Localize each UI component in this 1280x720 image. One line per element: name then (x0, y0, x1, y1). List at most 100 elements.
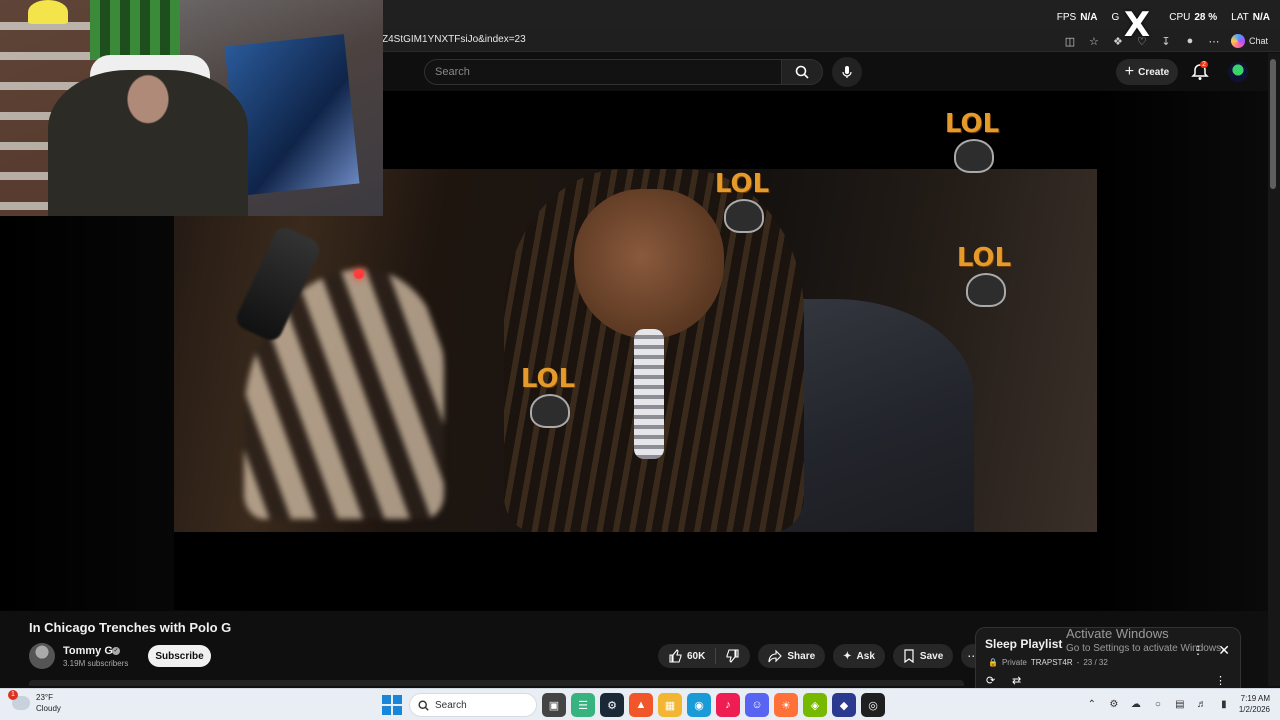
voice-search-button[interactable] (832, 57, 862, 87)
chain-necklace (634, 329, 664, 459)
video-title: In Chicago Trenches with Polo G (29, 620, 232, 635)
like-count: 60K (687, 650, 706, 662)
share-label: Share (787, 650, 816, 662)
playlist-privacy: Private (1001, 658, 1027, 667)
onedrive-icon[interactable]: ☁ (1129, 697, 1143, 711)
network-icon[interactable]: ▤ (1173, 697, 1187, 711)
windows-taskbar: 1 23°F Cloudy Search ▣ ☰ ⚙ ▲ ▦ ◉ ♪ ☺ ☀ ◈… (0, 688, 1280, 720)
save-button[interactable]: Save (892, 644, 954, 668)
start-button[interactable] (380, 693, 404, 717)
description-box[interactable] (29, 680, 964, 686)
battery-icon[interactable]: ▮ (1217, 697, 1231, 711)
profile-icon[interactable]: ● (1183, 34, 1197, 48)
clock[interactable]: 7:19 AM 1/2/2026 (1239, 693, 1270, 715)
playlist-more-icon[interactable]: ⋮ (1215, 674, 1226, 687)
steam-tray-icon[interactable]: ⚙ (1107, 697, 1121, 711)
date: 1/2/2026 (1238, 705, 1270, 714)
weather-widget[interactable]: 1 23°F Cloudy (8, 690, 61, 714)
taskbar-search[interactable]: Search (409, 693, 537, 717)
download-icon[interactable]: ↧ (1159, 34, 1173, 48)
webcam-overlay (0, 0, 383, 216)
weather-text: 23°F Cloudy (36, 692, 61, 714)
search-input[interactable] (425, 60, 781, 84)
lol-watermark: LOL (938, 243, 1030, 315)
playlist-meta: 🔒 Private TRAPST4R - 23 / 32 (988, 658, 1108, 667)
channel-avatar[interactable] (29, 643, 55, 669)
time: 7:19 AM (1240, 694, 1270, 703)
chrome-icon[interactable]: ◎ (861, 693, 885, 717)
create-label: Create (1138, 66, 1170, 78)
edge-icon[interactable]: ◉ (687, 693, 711, 717)
ask-label: Ask (856, 650, 875, 662)
brave-icon[interactable]: ▲ (629, 693, 653, 717)
account-avatar[interactable] (1228, 62, 1248, 82)
nvidia-icon[interactable]: ◈ (803, 693, 827, 717)
tiktok-icon[interactable]: ♪ (716, 693, 740, 717)
split-screen-icon[interactable]: ◫ (1063, 34, 1077, 48)
search-button[interactable] (781, 59, 823, 85)
chevron-up-icon[interactable]: ⌃ (1085, 697, 1099, 711)
playlist-owner[interactable]: TRAPST4R (1031, 658, 1073, 667)
channel-name[interactable]: Tommy G (63, 645, 113, 657)
notification-count-badge: 2 (1200, 61, 1208, 68)
file-explorer-icon[interactable]: ▦ (658, 693, 682, 717)
scrollbar-thumb[interactable] (1270, 59, 1276, 189)
microphone-tray-icon[interactable]: ○ (1151, 697, 1165, 711)
like-dislike-group: 60K (658, 644, 751, 668)
page-scrollbar[interactable] (1268, 53, 1280, 686)
task-view-icon[interactable]: ▣ (542, 693, 566, 717)
sparkle-icon: ✦ (843, 650, 852, 662)
loop-icon[interactable]: ⟳ (986, 674, 995, 687)
search-icon (795, 65, 809, 79)
red-recording-light (354, 269, 364, 279)
activate-title: Activate Windows (1066, 626, 1169, 641)
streamer (48, 70, 248, 216)
create-button[interactable]: + Create (1116, 59, 1178, 85)
subscribe-button[interactable]: Subscribe (148, 645, 211, 667)
lol-watermark: LOL (696, 169, 788, 241)
thumbs-up-icon (669, 649, 682, 663)
shuffle-icon[interactable]: ⇄ (1012, 674, 1021, 687)
playlist-position: 23 / 32 (1083, 658, 1108, 667)
weather-condition: Cloudy (36, 704, 61, 713)
volume-icon[interactable]: ♬ (1195, 697, 1209, 711)
activate-windows-watermark: Activate Windows Go to Settings to activ… (1066, 626, 1224, 654)
dislike-button[interactable] (716, 644, 750, 668)
lock-icon: 🔒 (988, 658, 998, 667)
share-icon (768, 649, 783, 663)
yellow-hat (28, 0, 68, 24)
separator: - (1076, 658, 1080, 667)
bookmark-icon (904, 649, 914, 663)
search-box (424, 59, 782, 85)
weather-alert-badge: 1 (8, 690, 18, 700)
video-frame (174, 169, 1097, 532)
x-logo-icon: X (1123, 5, 1151, 45)
taskbar-search-label: Search (435, 699, 467, 711)
url-text[interactable]: Z4StGIM1YNXTFsiJo&index=23 (382, 34, 526, 45)
app-icon[interactable]: ◆ (832, 693, 856, 717)
favorite-star-icon[interactable]: ☆ (1087, 34, 1101, 48)
like-button[interactable]: 60K (658, 644, 715, 668)
copilot-icon (1230, 34, 1245, 48)
notepad-icon[interactable]: ☰ (571, 693, 595, 717)
steam-icon[interactable]: ⚙ (600, 693, 624, 717)
copilot-chat-button[interactable]: Chat (1230, 34, 1268, 48)
temperature: 23°F (36, 693, 53, 702)
discord-icon[interactable]: ☺ (745, 693, 769, 717)
more-menu-icon[interactable]: ⋯ (1207, 34, 1221, 48)
browser-toolbar-icons: ◫ ☆ ❖ ♡ ↧ ● ⋯ Chat (1063, 32, 1268, 50)
playlist-title[interactable]: Sleep Playlist (985, 637, 1062, 651)
share-button[interactable]: Share (758, 644, 826, 668)
lol-watermark: LOL (926, 109, 1018, 181)
fps-stat: FPS N/A (1056, 12, 1098, 23)
microphone-icon (842, 66, 852, 78)
cpu-stat: CPU 28 % (1169, 12, 1218, 23)
thumbs-down-icon (726, 649, 739, 663)
screen: Z4StGIM1YNXTFsiJo&index=23 ◫ ☆ ❖ ♡ ↧ ● ⋯… (0, 0, 1280, 720)
verified-badge-icon: ✓ (112, 647, 120, 655)
lat-stat: LAT N/A (1231, 12, 1270, 23)
ask-button[interactable]: ✦ Ask (833, 644, 885, 668)
activate-subtitle: Go to Settings to activate Windows. (1066, 643, 1224, 654)
firefox-icon[interactable]: ☀ (774, 693, 798, 717)
video-actions: 60K Share ✦ Ask Save ⋯ (658, 644, 986, 668)
